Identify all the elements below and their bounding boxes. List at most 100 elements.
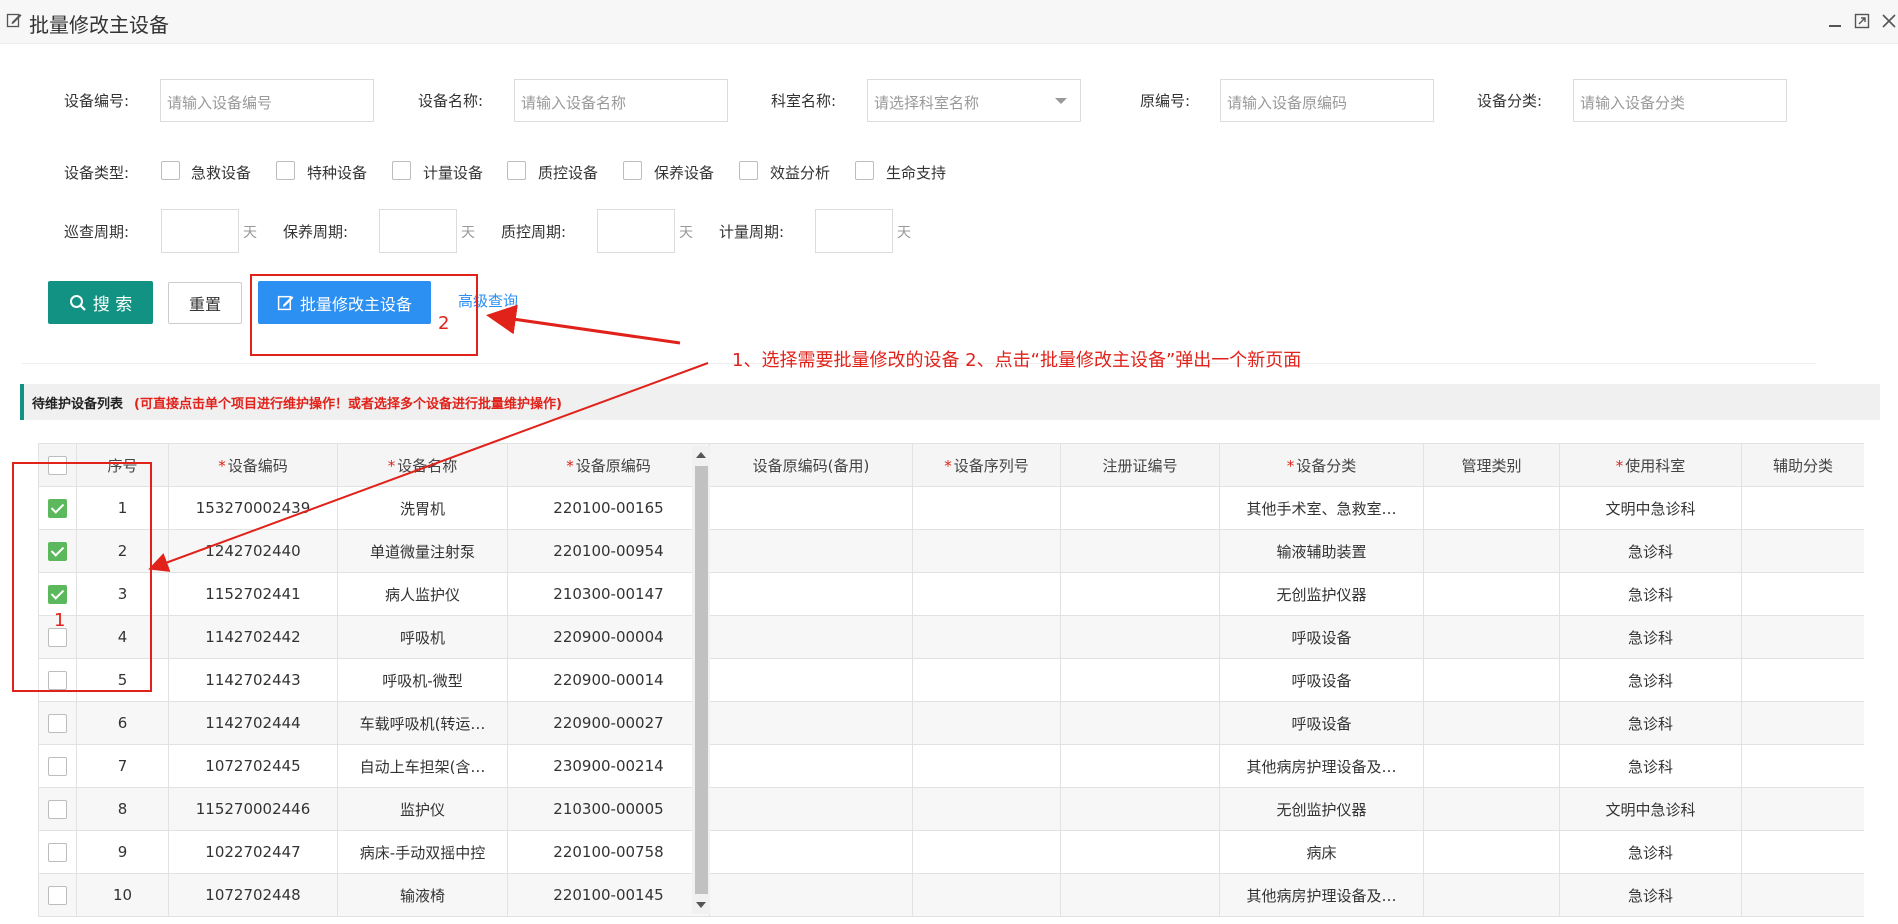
section-title: 待维护设备列表 (32, 397, 124, 412)
type-label-quality: 质控设备 (538, 164, 599, 182)
row-checkbox[interactable] (48, 713, 67, 733)
type-checkbox-metering[interactable] (392, 161, 411, 180)
table-row[interactable]: 7 1072702445 自动上车担架(含… 230900-00214 其他病房护理设备… (38, 744, 1864, 788)
cell-reg (1060, 744, 1220, 788)
cell-category: 呼吸设备 (1219, 658, 1424, 702)
table-row[interactable]: 5 1142702443 呼吸机-微型 220900-00014 呼吸设备 急诊科 (38, 658, 1864, 702)
column-header-aux[interactable]: 辅助分类 (1741, 443, 1864, 487)
row-select-cell[interactable] (38, 873, 77, 917)
cell-dept: 文明中急诊科 (1559, 787, 1742, 831)
cell-category: 无创监护仪器 (1219, 787, 1424, 831)
maintenance-period-label: 保养周期: (283, 223, 349, 241)
cell-code: 1142702442 (168, 615, 338, 659)
type-checkbox-quality[interactable] (507, 161, 526, 180)
cell-serial (912, 873, 1061, 917)
table-row[interactable]: 2 1242702440 单道微量注射泵 220100-00954 输液辅助装置 急诊科 (38, 529, 1864, 573)
cell-orig-backup (709, 787, 913, 831)
required-mark: * (1615, 456, 1624, 475)
table-row[interactable]: 4 1142702442 呼吸机 220900-00004 呼吸设备 急诊科 (38, 615, 1864, 659)
row-select-cell[interactable] (38, 701, 77, 745)
metering-period-input[interactable] (815, 209, 893, 253)
orig-code-input[interactable]: 请输入设备原编码 (1220, 79, 1434, 122)
maintenance-period-input[interactable] (379, 209, 457, 253)
annotation-number-2: 2 (438, 313, 450, 334)
reset-button[interactable]: 重置 (168, 282, 242, 324)
type-checkbox-benefit[interactable] (739, 161, 758, 180)
cell-no: 6 (76, 701, 169, 745)
table-row[interactable]: 3 1152702441 病人监护仪 210300-00147 无创监护仪器 急诊科 (38, 572, 1864, 616)
type-checkbox-first-aid[interactable] (161, 161, 180, 180)
cell-reg (1060, 830, 1220, 874)
column-header-reg[interactable]: 注册证编号 (1060, 443, 1220, 487)
patrol-period-input[interactable] (161, 209, 239, 253)
cell-name: 输液椅 (337, 873, 508, 917)
cell-reg (1060, 873, 1220, 917)
cell-mgmt (1423, 486, 1560, 530)
column-header-dept[interactable]: * 使用科室 (1559, 443, 1742, 487)
table-row[interactable]: 10 1072702448 输液椅 220100-00145 其他病房护理设备及… 急诊科 (38, 873, 1864, 917)
column-header-label: 设备原编码(备用) (752, 456, 870, 475)
device-code-input[interactable]: 请输入设备编号 (160, 79, 374, 122)
row-select-cell[interactable] (38, 744, 77, 788)
cell-serial (912, 787, 1061, 831)
device-name-label: 设备名称: (418, 92, 484, 110)
cell-serial (912, 744, 1061, 788)
row-checkbox[interactable] (48, 842, 67, 862)
scroll-down-icon[interactable] (696, 902, 706, 908)
table-row[interactable]: 9 1022702447 病床-手动双摇中控 220100-00758 病床 急诊科 (38, 830, 1864, 874)
type-checkbox-special[interactable] (276, 161, 295, 180)
column-header-label: 设备编码 (227, 456, 288, 475)
cell-serial (912, 830, 1061, 874)
qc-period-unit: 天 (679, 225, 693, 241)
table-row[interactable]: 8 115270002446 监护仪 210300-00005 无创监护仪器 文明中急诊科 (38, 787, 1864, 831)
column-header-orig[interactable]: * 设备原编码 (507, 443, 710, 487)
type-checkbox-maintenance[interactable] (623, 161, 642, 180)
row-checkbox[interactable] (48, 799, 67, 819)
cell-serial (912, 615, 1061, 659)
row-select-cell[interactable] (38, 787, 77, 831)
column-header-serial[interactable]: * 设备序列号 (912, 443, 1061, 487)
column-header-mgmt[interactable]: 管理类别 (1423, 443, 1560, 487)
row-checkbox[interactable] (48, 756, 67, 776)
cell-mgmt (1423, 572, 1560, 616)
maximize-icon[interactable] (1853, 12, 1871, 30)
edit-icon (6, 13, 22, 28)
table-row[interactable]: 1 153270002439 洗胃机 220100-00165 其他手术室、急救室… 文明… (38, 486, 1864, 530)
column-header-name[interactable]: * 设备名称 (337, 443, 508, 487)
required-mark: * (1286, 456, 1295, 475)
column-header-category[interactable]: * 设备分类 (1219, 443, 1424, 487)
close-icon[interactable] (1880, 12, 1898, 30)
minimize-icon[interactable] (1826, 12, 1844, 30)
search-icon (69, 294, 86, 311)
category-input[interactable]: 请输入设备分类 (1573, 79, 1787, 122)
search-button[interactable]: 搜 索 (48, 281, 153, 324)
patrol-period-unit: 天 (243, 225, 257, 241)
cell-orig: 220900-00027 (507, 701, 710, 745)
column-header-label: 设备原编码 (575, 456, 651, 475)
cell-no: 10 (76, 873, 169, 917)
column-header-code[interactable]: * 设备编码 (168, 443, 338, 487)
cell-aux (1741, 658, 1864, 702)
scrollbar-thumb[interactable] (695, 466, 708, 894)
scroll-up-icon[interactable] (696, 452, 706, 458)
cell-orig-backup (709, 658, 913, 702)
table-row[interactable]: 6 1142702444 车载呼吸机(转运… 220900-00027 呼吸设备 急诊科 (38, 701, 1864, 745)
cell-orig: 220100-00165 (507, 486, 710, 530)
dept-name-select[interactable]: 请选择科室名称 (867, 79, 1081, 122)
cell-dept: 急诊科 (1559, 873, 1742, 917)
cell-category: 其他病房护理设备及… (1219, 873, 1424, 917)
required-mark: * (944, 456, 952, 475)
orig-code-label: 原编号: (1140, 92, 1191, 110)
type-checkbox-life-support[interactable] (855, 161, 874, 180)
column-header-orig-backup[interactable]: 设备原编码(备用) (709, 443, 913, 487)
cell-code: 1242702440 (168, 529, 338, 573)
cell-dept: 急诊科 (1559, 701, 1742, 745)
table-scrollbar[interactable] (692, 446, 710, 914)
cell-category: 呼吸设备 (1219, 701, 1424, 745)
row-checkbox[interactable] (48, 885, 67, 905)
qc-period-input[interactable] (597, 209, 675, 253)
row-select-cell[interactable] (38, 830, 77, 874)
annotation-text: 1、选择需要批量修改的设备 2、点击“批量修改主设备”弹出一个新页面 (732, 350, 1302, 371)
window-titlebar: 批量修改主设备 (0, 0, 1898, 44)
device-name-input[interactable]: 请输入设备名称 (514, 79, 728, 122)
